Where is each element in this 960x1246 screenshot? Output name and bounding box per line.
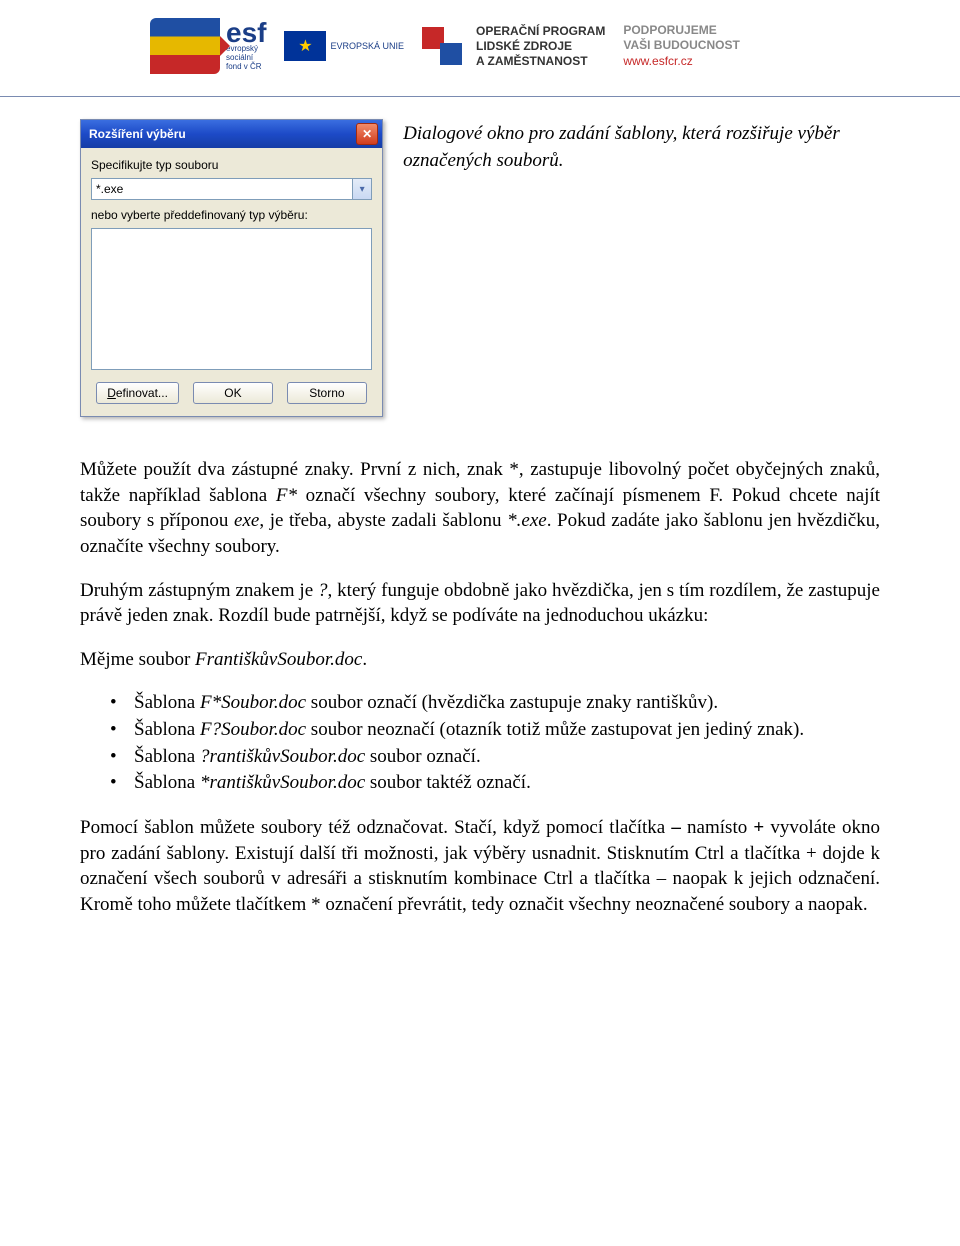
- support-url: www.esfcr.cz: [623, 54, 739, 70]
- cancel-button[interactable]: Storno: [287, 382, 367, 404]
- bullet-list: Šablona F*Soubor.doc soubor označí (hvěz…: [110, 690, 880, 796]
- list-item: Šablona *rantiškůvSoubor.doc soubor takt…: [110, 770, 880, 797]
- oplzz-logo: OPERAČNÍ PROGRAM LIDSKÉ ZDROJE A ZAMĚSTN…: [422, 23, 605, 69]
- esf-subtext: evropský sociální fond v ČR: [226, 45, 266, 71]
- dialog-titlebar: Rozšíření výběru ✕: [81, 120, 382, 148]
- close-icon[interactable]: ✕: [356, 123, 378, 145]
- eu-flag-icon: ★: [284, 31, 326, 61]
- dialog-title: Rozšíření výběru: [89, 127, 186, 141]
- label-specify: Specifikujte typ souboru: [91, 158, 372, 172]
- eu-label: EVROPSKÁ UNIE: [330, 41, 404, 51]
- esf-logo: esf evropský sociální fond v ČR: [150, 18, 266, 74]
- header-divider: [0, 96, 960, 97]
- paragraph-2: Druhým zástupným znakem je ?, který fung…: [80, 578, 880, 629]
- eu-block: ★ EVROPSKÁ UNIE: [284, 31, 404, 61]
- list-item: Šablona ?rantiškůvSoubor.doc soubor ozna…: [110, 744, 880, 771]
- label-predefined: nebo vyberte předdefinovaný typ výběru:: [91, 208, 372, 222]
- support-block: PODPORUJEME VAŠI BUDOUCNOST www.esfcr.cz: [623, 23, 739, 70]
- predefined-listbox[interactable]: [91, 228, 372, 370]
- oplzz-line1: OPERAČNÍ PROGRAM: [476, 24, 605, 39]
- chevron-down-icon[interactable]: ▾: [352, 179, 371, 199]
- dialog-caption: Dialogové okno pro zadání šablony, která…: [403, 119, 880, 174]
- ok-button[interactable]: OK: [193, 382, 273, 404]
- filetype-combobox[interactable]: ▾: [91, 178, 372, 200]
- support-line1: PODPORUJEME: [623, 23, 739, 39]
- esf-text: esf: [226, 20, 266, 45]
- support-line2: VAŠI BUDOUCNOST: [623, 38, 739, 54]
- dialog-window: Rozšíření výběru ✕ Specifikujte typ soub…: [80, 119, 383, 417]
- oplzz-line3: A ZAMĚSTNANOST: [476, 54, 605, 69]
- list-item: Šablona F?Soubor.doc soubor neoznačí (ot…: [110, 717, 880, 744]
- list-item: Šablona F*Soubor.doc soubor označí (hvěz…: [110, 690, 880, 717]
- filetype-input[interactable]: [92, 179, 352, 199]
- esf-flag-icon: [150, 18, 220, 74]
- puzzle-icon: [422, 23, 468, 69]
- header-logos: esf evropský sociální fond v ČR ★ EVROPS…: [0, 0, 960, 92]
- paragraph-4: Pomocí šablon můžete soubory též odznačo…: [80, 815, 880, 918]
- paragraph-3: Mějme soubor FrantiškůvSoubor.doc.: [80, 647, 880, 673]
- define-button[interactable]: Definovat...: [96, 382, 179, 404]
- paragraph-1: Můžete použít dva zástupné znaky. První …: [80, 457, 880, 560]
- oplzz-line2: LIDSKÉ ZDROJE: [476, 39, 605, 54]
